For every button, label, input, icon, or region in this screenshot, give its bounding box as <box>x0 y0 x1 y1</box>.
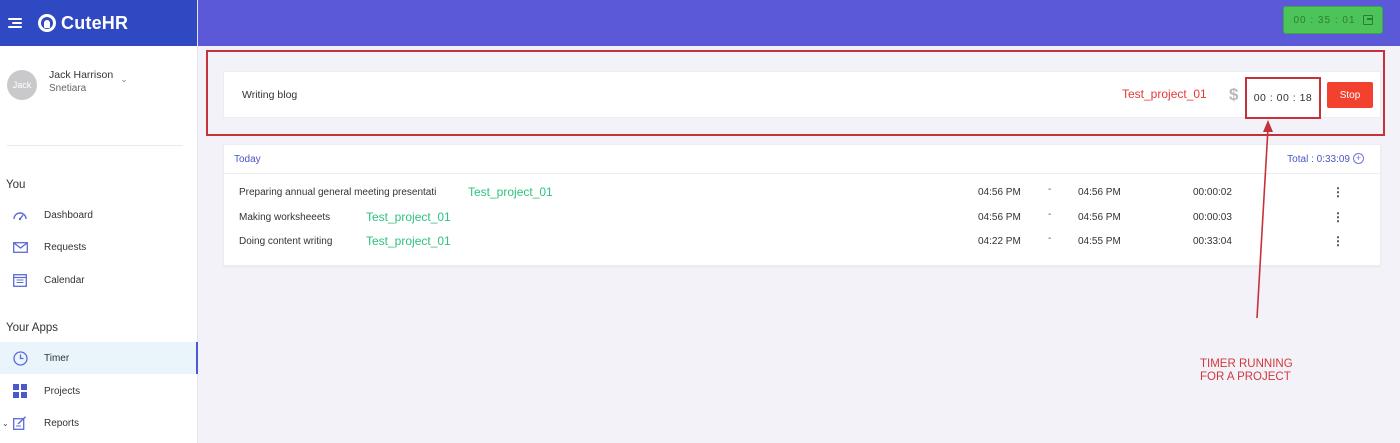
more-vertical-icon[interactable]: ⋮ <box>1331 234 1345 248</box>
top-bar <box>198 0 1400 46</box>
sidebar-item-projects[interactable]: Projects <box>0 375 198 407</box>
section-title-you: You <box>6 179 26 191</box>
header-timer-value: 00 : 35 : 01 <box>1293 14 1356 26</box>
entry-end: 04:56 PM <box>1078 212 1121 223</box>
annotation-line-2: FOR A PROJECT <box>1200 371 1291 383</box>
logo-icon <box>38 14 56 32</box>
today-entries-card: Today Total : 0:33:09 + Preparing annual… <box>223 144 1381 266</box>
exit-icon <box>1362 15 1373 25</box>
today-label: Today <box>234 154 261 165</box>
report-icon <box>12 415 28 431</box>
sidebar-item-requests[interactable]: Requests <box>0 231 198 263</box>
table-row[interactable]: Making worksheeets Test_project_01 04:56… <box>224 205 1382 229</box>
sidebar-item-dashboard[interactable]: Dashboard <box>0 199 198 231</box>
header-timer-button[interactable]: 00 : 35 : 01 <box>1283 6 1383 34</box>
entry-separator: - <box>1048 233 1052 244</box>
entry-separator: - <box>1048 184 1052 195</box>
sidebar-item-reports[interactable]: ⌄ Reports <box>0 407 198 439</box>
avatar: Jack <box>7 70 37 100</box>
sidebar-item-label: Reports <box>44 417 80 429</box>
clock-icon <box>12 350 28 366</box>
annotation-highlight-box <box>206 50 1385 136</box>
sidebar-item-calendar[interactable]: Calendar <box>0 264 198 296</box>
chevron-down-icon[interactable]: ⌄ <box>2 419 9 428</box>
entry-separator: - <box>1048 209 1052 220</box>
chevron-down-icon[interactable]: ⌄ <box>120 74 128 85</box>
grid-icon <box>12 383 28 399</box>
sidebar-item-timer[interactable]: Timer <box>0 342 198 374</box>
annotation-text: TIMER RUNNING FOR A PROJECT <box>1200 358 1293 384</box>
sidebar: CuteHR Jack Jack Harrison Snetiara ⌄ You… <box>0 0 198 443</box>
user-company: Snetiara <box>49 83 87 94</box>
more-vertical-icon[interactable]: ⋮ <box>1331 210 1345 224</box>
total-label: Total : 0:33:09 <box>1287 154 1350 165</box>
entry-duration: 00:00:02 <box>1193 187 1232 198</box>
plus-circle-icon[interactable]: + <box>1353 153 1364 164</box>
today-header: Today Total : 0:33:09 + <box>224 145 1380 174</box>
menu-icon[interactable] <box>8 17 22 29</box>
entry-end: 04:56 PM <box>1078 187 1121 198</box>
entry-task: Making worksheeets <box>239 212 331 223</box>
entry-end: 04:55 PM <box>1078 236 1121 247</box>
entry-start: 04:22 PM <box>978 236 1021 247</box>
user-profile[interactable]: Jack Jack Harrison Snetiara ⌄ <box>0 46 197 146</box>
sidebar-item-label: Dashboard <box>44 209 93 221</box>
dashboard-icon <box>12 207 28 223</box>
more-vertical-icon[interactable]: ⋮ <box>1331 185 1345 199</box>
sidebar-item-label: Projects <box>44 385 81 397</box>
table-row[interactable]: Preparing annual general meeting present… <box>224 180 1382 204</box>
entry-start: 04:56 PM <box>978 212 1021 223</box>
entry-duration: 00:00:03 <box>1193 212 1232 223</box>
section-title-your-apps: Your Apps <box>6 322 59 334</box>
entry-project[interactable]: Test_project_01 <box>366 210 451 224</box>
sidebar-item-label: Timer <box>44 352 70 364</box>
calendar-icon <box>12 272 28 288</box>
entry-project[interactable]: Test_project_01 <box>468 185 553 199</box>
mail-icon <box>12 239 28 255</box>
brand-bar: CuteHR <box>0 0 197 46</box>
brand-name[interactable]: CuteHR <box>61 13 128 34</box>
entry-task: Doing content writing <box>239 236 333 247</box>
sidebar-item-label: Calendar <box>44 274 85 286</box>
sidebar-item-label: Requests <box>44 241 87 253</box>
entry-start: 04:56 PM <box>978 187 1021 198</box>
table-row[interactable]: Doing content writing Test_project_01 04… <box>224 229 1382 253</box>
user-name: Jack Harrison <box>49 69 114 81</box>
entry-duration: 00:33:04 <box>1193 236 1232 247</box>
annotation-line-1: TIMER RUNNING <box>1200 358 1293 370</box>
entry-project[interactable]: Test_project_01 <box>366 234 451 248</box>
entry-task: Preparing annual general meeting present… <box>239 187 437 198</box>
divider <box>7 145 183 146</box>
